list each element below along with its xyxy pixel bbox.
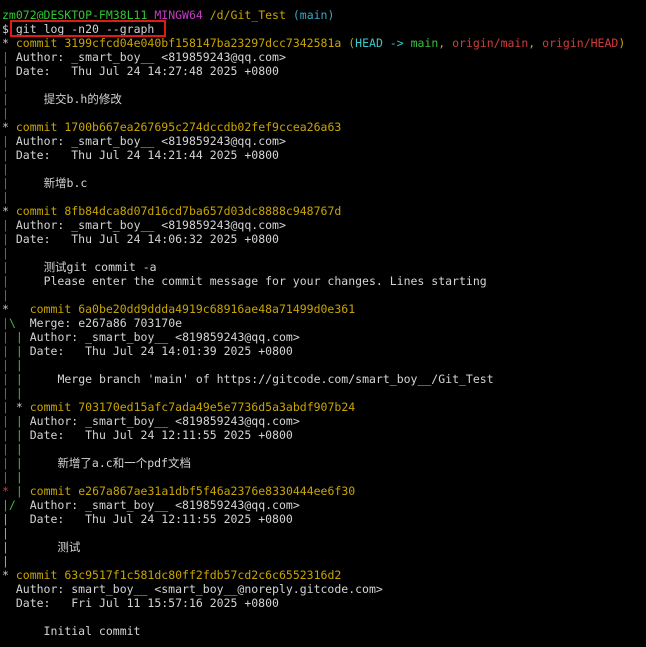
log-line: | | [2, 358, 23, 372]
log-line: Date: Fri Jul 11 15:57:16 2025 +0800 [2, 596, 279, 610]
commit-hash[interactable]: e267a867ae31a1dbf5f46a2376e8330444ee6f30 [78, 484, 355, 498]
log-line: | | Date: Thu Jul 24 14:01:39 2025 +0800 [2, 344, 293, 358]
commit-date: Date: Thu Jul 24 14:06:32 2025 +0800 [15, 232, 279, 246]
log-line: | [2, 78, 9, 92]
ref-head: HEAD -> [355, 36, 411, 50]
commit-message: 测试 [57, 540, 81, 554]
commit-author: Author: _smart_boy__ <819859243@qq.com> [29, 330, 300, 344]
commit-author: Author: _smart_boy__ <819859243@qq.com> [15, 50, 286, 64]
commit-label: commit [29, 484, 72, 498]
log-line: * | commit e267a867ae31a1dbf5f46a2376e83… [2, 484, 356, 498]
log-line: | Author: _smart_boy__ <819859243@qq.com… [2, 134, 286, 148]
commit-message: 提交b.h的修改 [43, 92, 122, 106]
commit-author: Author: _smart_boy__ <819859243@qq.com> [15, 218, 286, 232]
ref-origin-main: origin/main [452, 36, 529, 50]
ref-origin-head: origin/HEAD [542, 36, 619, 50]
log-line: * commit 63c9517f1c581dc80ff2fdb57cd2c6c… [2, 568, 342, 582]
commit-date: Date: Fri Jul 11 15:57:16 2025 +0800 [15, 596, 279, 610]
commit-date: Date: Thu Jul 24 12:11:55 2025 +0800 [29, 512, 293, 526]
log-line: | [2, 554, 9, 568]
log-line: * commit 6a0be20dd9ddda4919c68916ae48a71… [2, 302, 356, 316]
commit-merge: Merge: e267a86 703170e [29, 316, 183, 330]
commit-author: Author: _smart_boy__ <819859243@qq.com> [29, 414, 300, 428]
log-line: | 提交b.h的修改 [2, 92, 122, 106]
commit-message: 测试git commit -a [43, 260, 157, 274]
refs-close: ) [618, 36, 626, 50]
prompt-env: MINGW64 [154, 8, 203, 22]
log-line: | | Author: _smart_boy__ <819859243@qq.c… [2, 330, 300, 344]
commit-hash[interactable]: 6a0be20dd9ddda4919c68916ae48a71499d0e361 [78, 302, 355, 316]
refs-sep: , [438, 36, 453, 50]
log-line: | [2, 526, 9, 540]
prompt-line: zm072@DESKTOP-FM38L11 MINGW64 /d/Git_Tes… [2, 8, 334, 22]
log-line: | | [2, 442, 23, 456]
commit-label: commit [29, 400, 72, 414]
prompt-symbol: $ [2, 22, 9, 36]
commit-author: Author: smart_boy__ <smart_boy__@noreply… [15, 582, 383, 596]
log-line: | Date: Thu Jul 24 12:11:55 2025 +0800 [2, 512, 293, 526]
commit-message: 新增b.c [43, 176, 88, 190]
log-line: | Author: _smart_boy__ <819859243@qq.com… [2, 50, 286, 64]
log-line: | [2, 288, 9, 302]
log-line: | 测试 [2, 540, 81, 554]
command-text[interactable]: git log -n20 --graph [16, 22, 154, 36]
commit-date: Date: Thu Jul 24 14:21:44 2025 +0800 [15, 148, 279, 162]
log-line: * commit 1700b667ea267695c274dccdb02fef9… [2, 120, 342, 134]
log-line: | * commit 703170ed15afc7ada49e5e7736d5a… [2, 400, 356, 414]
prompt-path: /d/Git_Test [209, 8, 286, 22]
commit-date: Date: Thu Jul 24 12:11:55 2025 +0800 [29, 428, 293, 442]
command-line[interactable]: $ git log -n20 --graph [2, 22, 154, 36]
commit-hash[interactable]: 1700b667ea267695c274dccdb02fef9ccea26a63 [64, 120, 341, 134]
commit-hash[interactable]: 703170ed15afc7ada49e5e7736d5a3abdf907b24 [78, 400, 355, 414]
commit-author: Author: _smart_boy__ <819859243@qq.com> [15, 134, 286, 148]
log-line: | [2, 106, 9, 120]
log-line: | Please enter the commit message for yo… [2, 274, 487, 288]
log-line: | Date: Thu Jul 24 14:21:44 2025 +0800 [2, 148, 279, 162]
commit-label: commit [15, 568, 58, 582]
refs-sep: , [528, 36, 543, 50]
log-line: | Date: Thu Jul 24 14:06:32 2025 +0800 [2, 232, 279, 246]
prompt-branch: (main) [292, 8, 335, 22]
terminal-window[interactable]: zm072@DESKTOP-FM38L11 MINGW64 /d/Git_Tes… [0, 0, 646, 647]
prompt-user-host: zm072@DESKTOP-FM38L11 [2, 8, 148, 22]
log-line: | Author: _smart_boy__ <819859243@qq.com… [2, 218, 286, 232]
commit-date: Date: Thu Jul 24 14:27:48 2025 +0800 [15, 64, 279, 78]
log-line: | | 新增了a.c和一个pdf文档 [2, 456, 191, 470]
log-line: | 新增b.c [2, 176, 88, 190]
commit-message: Please enter the commit message for your… [43, 274, 487, 288]
ref-main: main [410, 36, 439, 50]
log-line: | Date: Thu Jul 24 14:27:48 2025 +0800 [2, 64, 279, 78]
log-line: |/ Author: _smart_boy__ <819859243@qq.co… [2, 498, 300, 512]
log-line: | | Merge branch 'main' of https://gitco… [2, 372, 494, 386]
log-line: | 测试git commit -a [2, 260, 157, 274]
log-line: | | Date: Thu Jul 24 12:11:55 2025 +0800 [2, 428, 293, 442]
commit-label: commit [15, 204, 58, 218]
log-line: | [2, 246, 9, 260]
log-line: |\ Merge: e267a86 703170e [2, 316, 183, 330]
log-line: | [2, 190, 9, 204]
commit-message: 新增了a.c和一个pdf文档 [57, 456, 191, 470]
log-line: * commit 3199cfcd04e040bf158147ba23297dc… [2, 36, 626, 50]
commit-hash[interactable]: 63c9517f1c581dc80ff2fdb57cd2c6c6552316d2 [64, 568, 341, 582]
commit-label: commit [15, 120, 58, 134]
log-line: Author: smart_boy__ <smart_boy__@noreply… [2, 582, 383, 596]
commit-author: Author: _smart_boy__ <819859243@qq.com> [29, 498, 300, 512]
commit-label: commit [15, 36, 58, 50]
commit-message: Initial commit [43, 624, 141, 638]
commit-label: commit [29, 302, 72, 316]
commit-date: Date: Thu Jul 24 14:01:39 2025 +0800 [29, 344, 293, 358]
commit-hash[interactable]: 3199cfcd04e040bf158147ba23297dcc7342581a [64, 36, 341, 50]
commit-hash[interactable]: 8fb84dca8d07d16cd7ba657d03dc8888c948767d [64, 204, 341, 218]
log-line: | [2, 162, 9, 176]
log-line: * commit 8fb84dca8d07d16cd7ba657d03dc888… [2, 204, 342, 218]
commit-message: Merge branch 'main' of https://gitcode.c… [57, 372, 494, 386]
log-line: | | [2, 470, 23, 484]
log-line: | | [2, 386, 23, 400]
log-line: | | Author: _smart_boy__ <819859243@qq.c… [2, 414, 300, 428]
log-line: Initial commit [2, 624, 141, 638]
